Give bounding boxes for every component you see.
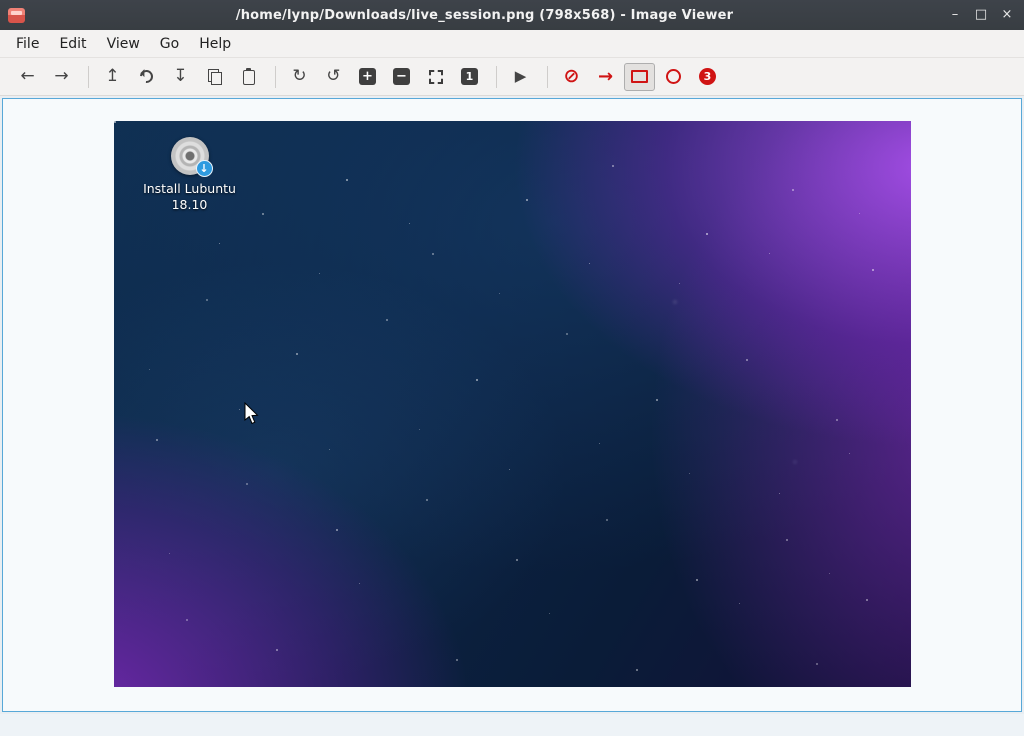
minimize-button[interactable]: –: [944, 4, 966, 26]
menubar: File Edit View Go Help: [0, 30, 1024, 58]
image-viewer-window: /home/lynp/Downloads/live_session.png (7…: [0, 0, 1024, 736]
previous-icon: ←: [20, 68, 34, 85]
install-lubuntu-desktop-icon: ↓ Install Lubuntu 18.10: [138, 137, 242, 214]
copy-icon: [208, 69, 222, 85]
close-button[interactable]: ×: [996, 4, 1018, 26]
toolbar-separator: [547, 66, 548, 88]
next-button[interactable]: →: [46, 63, 77, 91]
rotate-counterclockwise-button[interactable]: ↺: [318, 63, 349, 91]
zoom-out-icon: −: [393, 68, 410, 85]
menu-view[interactable]: View: [97, 32, 150, 56]
arrow-annotation-icon: →: [598, 68, 613, 86]
annotate-arrow-button[interactable]: →: [590, 63, 621, 91]
annotate-number-button[interactable]: 3: [692, 63, 723, 91]
toolbar-separator: [88, 66, 89, 88]
rotate-clockwise-icon: ↻: [292, 68, 306, 85]
status-bar: [0, 714, 1024, 736]
paste-button[interactable]: [233, 63, 264, 91]
window-title: /home/lynp/Downloads/live_session.png (7…: [25, 8, 944, 23]
zoom-in-button[interactable]: +: [352, 63, 383, 91]
cd-disc-icon: ↓: [171, 137, 209, 175]
fit-window-button[interactable]: [420, 63, 451, 91]
menu-help[interactable]: Help: [189, 32, 241, 56]
number-annotation-icon: 3: [699, 68, 716, 85]
desktop-icon-label: Install Lubuntu 18.10: [138, 181, 242, 214]
menu-go[interactable]: Go: [150, 32, 189, 56]
upload-icon: ↥: [105, 68, 119, 85]
play-icon: ▶: [515, 69, 527, 84]
download-badge-icon: ↓: [196, 160, 213, 177]
original-size-icon: 1: [461, 68, 478, 85]
mouse-cursor-icon: [244, 402, 260, 430]
menu-edit[interactable]: Edit: [49, 32, 96, 56]
maximize-button[interactable]: □: [970, 4, 992, 26]
zoom-out-button[interactable]: −: [386, 63, 417, 91]
menu-file[interactable]: File: [6, 32, 49, 56]
annotate-rectangle-button[interactable]: [624, 63, 655, 91]
toolbar-separator: [275, 66, 276, 88]
annotate-none-button[interactable]: ⊘: [556, 63, 587, 91]
reload-icon: [137, 67, 155, 85]
fit-window-icon: [429, 70, 443, 84]
desktop-icon-label-line2: 18.10: [138, 197, 242, 213]
reload-button[interactable]: [131, 63, 162, 91]
screenshot-image: ↓ Install Lubuntu 18.10: [114, 121, 911, 687]
content-area: ↓ Install Lubuntu 18.10: [0, 96, 1024, 714]
annotate-circle-button[interactable]: [658, 63, 689, 91]
slideshow-play-button[interactable]: ▶: [505, 63, 536, 91]
image-viewport[interactable]: ↓ Install Lubuntu 18.10: [2, 98, 1022, 712]
copy-button[interactable]: [199, 63, 230, 91]
window-controls: – □ ×: [944, 4, 1018, 26]
rotate-clockwise-button[interactable]: ↻: [284, 63, 315, 91]
circle-annotation-icon: [666, 69, 681, 84]
save-icon: ↧: [173, 68, 187, 85]
app-icon: [8, 8, 25, 23]
rotate-counterclockwise-icon: ↺: [326, 68, 340, 85]
toolbar: ← → ↥ ↧ ↻ ↺ + − 1 ▶ ⊘ → 3: [0, 58, 1024, 96]
previous-button[interactable]: ←: [12, 63, 43, 91]
original-size-button[interactable]: 1: [454, 63, 485, 91]
desktop-icon-label-line1: Install Lubuntu: [138, 181, 242, 197]
paste-icon: [243, 70, 255, 85]
no-annotation-icon: ⊘: [564, 67, 580, 86]
rectangle-annotation-icon: [631, 70, 648, 83]
save-button[interactable]: ↧: [165, 63, 196, 91]
upload-button[interactable]: ↥: [97, 63, 128, 91]
toolbar-separator: [496, 66, 497, 88]
next-icon: →: [54, 68, 68, 85]
titlebar: /home/lynp/Downloads/live_session.png (7…: [0, 0, 1024, 30]
zoom-in-icon: +: [359, 68, 376, 85]
